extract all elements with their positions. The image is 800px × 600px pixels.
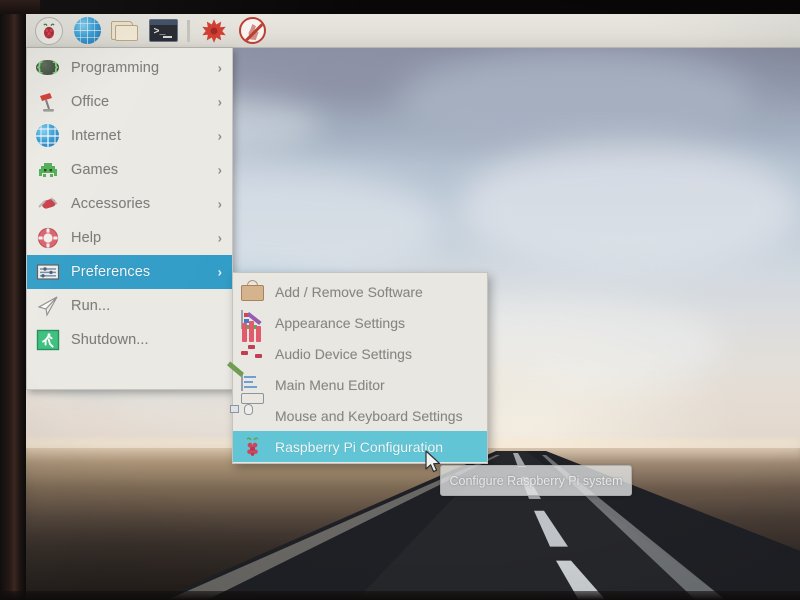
raspberry-pi-icon (241, 435, 265, 459)
taskbar-divider (187, 19, 190, 42)
raspberry-menu-icon[interactable] (34, 16, 64, 46)
menu-item-internet[interactable]: Internet › (27, 119, 232, 153)
mouse-cursor (425, 450, 442, 480)
swiss-knife-icon (36, 192, 60, 216)
globe-glyph (73, 17, 101, 44)
submenu-arrow-icon: › (217, 60, 222, 76)
lifebuoy-icon (36, 226, 60, 250)
menu-item-label: Office (71, 94, 110, 110)
wallpaper-road (26, 450, 800, 600)
menu-item-preferences[interactable]: Preferences › (27, 255, 232, 289)
audio-sliders-icon (241, 320, 265, 366)
tooltip-text: Configure Raspberry Pi system (449, 473, 623, 488)
wolfram-icon[interactable] (237, 16, 267, 46)
menu-item-label: Programming (71, 60, 160, 76)
menu-item-programming[interactable]: { } Programming › (27, 51, 232, 85)
mathematica-icon[interactable] (199, 16, 229, 46)
file-manager-icon[interactable] (110, 16, 140, 46)
menu-item-label: Preferences (71, 264, 151, 280)
sliders-icon (36, 260, 60, 284)
submenu-item-raspberry-pi-configuration[interactable]: Raspberry Pi Configuration (233, 431, 487, 462)
menu-item-games[interactable]: Games › (27, 153, 232, 187)
submenu-item-add-remove-software[interactable]: Add / Remove Software (233, 276, 487, 307)
exit-runner-icon (36, 328, 60, 352)
submenu-arrow-icon: › (217, 196, 222, 212)
menu-item-label: Shutdown... (71, 332, 149, 348)
cloud-shape (397, 49, 754, 155)
submenu-item-appearance-settings[interactable]: Appearance Settings (233, 307, 487, 338)
folder-glyph (111, 20, 139, 42)
main-menu-panel[interactable]: { } Programming › Office › Internet › Ga… (26, 48, 233, 390)
submenu-item-main-menu-editor[interactable]: Main Menu Editor (226, 360, 487, 400)
software-bag-icon (241, 279, 265, 304)
submenu-item-label: Audio Device Settings (275, 345, 412, 362)
mouse-keyboard-icon (230, 392, 265, 428)
web-browser-icon[interactable] (72, 16, 102, 46)
menu-item-label: Internet (71, 128, 121, 144)
submenu-arrow-icon: › (217, 264, 222, 280)
paper-plane-icon (36, 294, 60, 318)
submenu-item-label: Main Menu Editor (275, 376, 385, 393)
globe-icon (36, 124, 60, 148)
tooltip: Configure Raspberry Pi system (440, 465, 632, 496)
starburst-glyph (201, 18, 227, 44)
desk-lamp-icon (36, 90, 60, 114)
terminal-glyph: >_ (148, 19, 178, 42)
submenu-arrow-icon: › (217, 230, 222, 246)
menu-item-label: Run... (71, 298, 111, 314)
taskbar[interactable]: >_ (26, 14, 800, 48)
monitor-bezel-corner (0, 0, 40, 14)
submenu-arrow-icon: › (217, 128, 222, 144)
submenu-arrow-icon: › (217, 94, 222, 110)
menu-item-label: Accessories (71, 196, 151, 212)
submenu-item-label: Add / Remove Software (275, 283, 423, 300)
preferences-submenu-panel[interactable]: Add / Remove Software Appearance Setting… (226, 272, 488, 464)
cloud-shape (459, 142, 800, 272)
menu-item-shutdown[interactable]: Shutdown... (27, 323, 232, 357)
menu-item-accessories[interactable]: Accessories › (27, 187, 232, 221)
crossed-circle-glyph (238, 17, 266, 44)
menu-item-help[interactable]: Help › (27, 221, 232, 255)
submenu-item-label: Raspberry Pi Configuration (275, 438, 444, 455)
submenu-item-mouse-and-keyboard-settings[interactable]: Mouse and Keyboard Settings (230, 392, 487, 431)
menu-item-label: Games (71, 162, 119, 178)
monitor-bezel-left (0, 0, 26, 600)
menu-item-office[interactable]: Office › (27, 85, 232, 119)
raspberry-logo (35, 16, 63, 45)
space-invader-icon (36, 158, 60, 182)
submenu-item-label: Appearance Settings (275, 314, 405, 331)
submenu-arrow-icon: › (217, 162, 222, 178)
monitor-bezel-bottom (0, 591, 800, 600)
terminal-icon[interactable]: >_ (148, 16, 178, 46)
menu-item-label: Help (71, 230, 102, 246)
submenu-item-label: Mouse and Keyboard Settings (275, 407, 463, 424)
submenu-item-audio-device-settings[interactable]: Audio Device Settings (233, 320, 487, 369)
menu-item-run[interactable]: Run... (27, 289, 232, 323)
screen-photo: >_ { } Programming › Office › Internet ›… (0, 0, 800, 600)
code-braces-icon: { } (36, 60, 60, 75)
